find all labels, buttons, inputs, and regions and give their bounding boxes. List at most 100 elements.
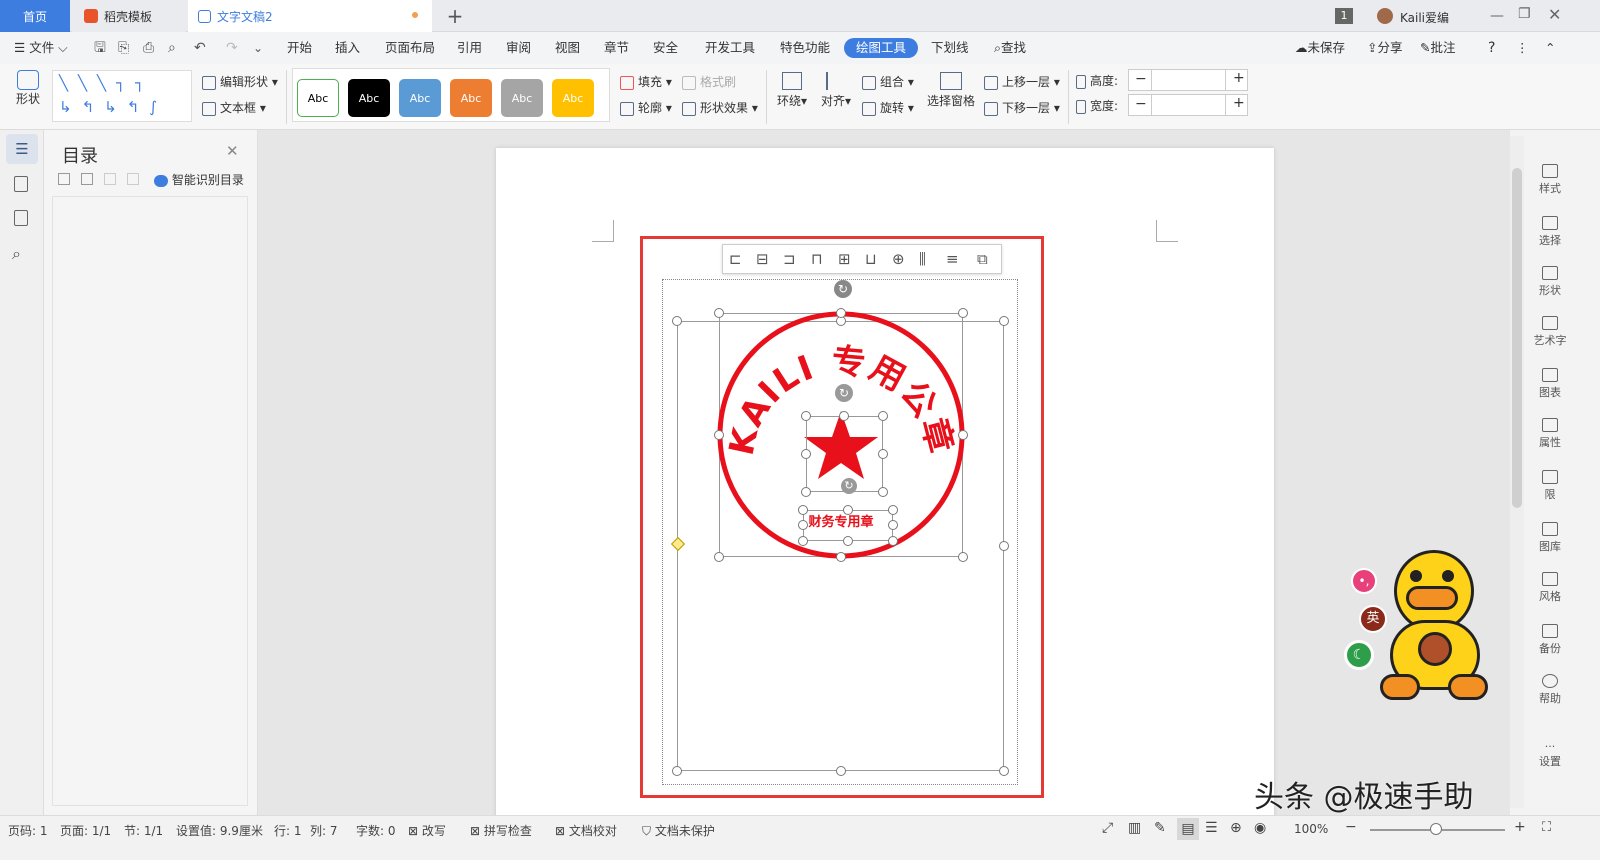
shape-button[interactable]: 形状: [10, 70, 46, 107]
panel-shape[interactable]: 形状: [1530, 266, 1570, 298]
panel-help[interactable]: 帮助: [1530, 674, 1570, 706]
height-decrease[interactable]: −: [1135, 71, 1147, 87]
search-button[interactable]: ⌕查找: [994, 32, 1026, 64]
bookmark-icon[interactable]: [14, 210, 28, 226]
smart-toc-button[interactable]: 智能识别目录: [154, 171, 244, 188]
collapse-icon[interactable]: [81, 173, 93, 185]
resize-handle[interactable]: [801, 411, 811, 421]
status-word-count[interactable]: 字数: 0: [356, 822, 396, 839]
distribute-horizontal-icon[interactable]: ⫼: [919, 250, 926, 268]
textbox-button[interactable]: 文本框 ▾: [202, 99, 266, 116]
export-icon[interactable]: ⎘: [118, 32, 129, 64]
status-column[interactable]: 列: 7: [310, 822, 338, 839]
menu-features[interactable]: 特色功能: [780, 32, 830, 64]
rotate-handle-icon[interactable]: ↻: [841, 478, 857, 494]
menu-insert[interactable]: 插入: [335, 32, 360, 64]
zoom-in-icon[interactable]: +: [1514, 819, 1526, 835]
fullscreen-icon[interactable]: ⤢: [1102, 820, 1113, 836]
status-pages[interactable]: 页面: 1/1: [60, 822, 111, 839]
emoji-bubble-icon[interactable]: •,: [1351, 568, 1377, 594]
tab-home[interactable]: 首页: [0, 0, 70, 32]
resize-handle[interactable]: [672, 766, 682, 776]
file-menu[interactable]: ☰ 文件 ⌵: [14, 32, 68, 64]
resize-handle[interactable]: [999, 766, 1009, 776]
edit-mode-icon[interactable]: ✎: [1154, 820, 1166, 836]
zoom-slider-thumb[interactable]: [1430, 823, 1442, 835]
outline-view-icon[interactable]: ☰: [1205, 820, 1218, 836]
status-section[interactable]: 节: 1/1: [124, 822, 163, 839]
status-row[interactable]: 行: 1: [274, 822, 302, 839]
menu-start[interactable]: 开始: [287, 32, 312, 64]
send-backward-button[interactable]: 下移一层 ▾: [984, 99, 1060, 116]
status-page-number[interactable]: 页码: 1: [8, 822, 48, 839]
rotate-button[interactable]: 旋转 ▾: [862, 99, 914, 116]
resize-handle[interactable]: [836, 766, 846, 776]
outline-button[interactable]: 轮廓 ▾: [620, 99, 672, 116]
user-name[interactable]: Kaili爱编: [1400, 9, 1449, 26]
resize-handle[interactable]: [798, 536, 808, 546]
menu-page-layout[interactable]: 页面布局: [385, 32, 435, 64]
resize-handle[interactable]: [999, 541, 1009, 551]
more-quick-icon[interactable]: ⌄: [253, 32, 263, 64]
style-swatch-orange[interactable]: Abc: [450, 79, 492, 117]
zoom-level[interactable]: 100%: [1294, 822, 1328, 836]
resize-handle[interactable]: [801, 449, 811, 459]
eye-protect-icon[interactable]: ◉: [1254, 820, 1266, 836]
distribute-vertical-icon[interactable]: ≡: [946, 250, 959, 268]
undo-icon[interactable]: ↶: [194, 32, 206, 64]
height-stepper[interactable]: − +: [1128, 69, 1248, 91]
tab-template[interactable]: 稻壳模板: [72, 0, 186, 32]
menu-drawing-tools[interactable]: 绘图工具: [844, 38, 919, 58]
resize-handle[interactable]: [839, 411, 849, 421]
print-icon[interactable]: ⎙: [143, 32, 154, 64]
panel-properties[interactable]: 属性: [1530, 418, 1570, 450]
scroll-thumb[interactable]: [1512, 168, 1522, 508]
resize-handle[interactable]: [999, 316, 1009, 326]
resize-handle[interactable]: [878, 487, 888, 497]
resize-handle[interactable]: [714, 430, 724, 440]
find-icon[interactable]: ⌕: [12, 244, 21, 264]
resize-handle[interactable]: [888, 536, 898, 546]
format-brush-button[interactable]: 格式刷: [682, 73, 736, 90]
select-pane-button[interactable]: 选择窗格: [926, 72, 976, 109]
style-swatch-black[interactable]: Abc: [348, 79, 390, 117]
resize-handle[interactable]: [958, 552, 968, 562]
window-count-badge[interactable]: 1: [1335, 8, 1353, 24]
page-view-icon[interactable]: ▤: [1177, 818, 1199, 840]
restore-icon[interactable]: ❐: [1518, 6, 1531, 22]
duck-mascot[interactable]: [1380, 550, 1490, 710]
rotate-handle-icon[interactable]: ↻: [834, 280, 852, 298]
toc-close-icon[interactable]: ✕: [226, 142, 239, 160]
resize-handle[interactable]: [888, 505, 898, 515]
style-swatch-gray[interactable]: Abc: [501, 79, 543, 117]
align-center-icon[interactable]: ⊟: [756, 250, 769, 268]
zoom-out-icon[interactable]: −: [1345, 819, 1357, 835]
collapse-ribbon-icon[interactable]: ⌃: [1545, 32, 1555, 64]
panel-theme[interactable]: 风格: [1530, 572, 1570, 604]
resize-handle[interactable]: [801, 487, 811, 497]
toc-icon[interactable]: ☰: [6, 134, 38, 164]
status-protect[interactable]: ⛉ 文档未保护: [642, 822, 715, 839]
pages-icon[interactable]: [14, 176, 28, 192]
resize-handle[interactable]: [878, 449, 888, 459]
panel-select[interactable]: 选择: [1530, 216, 1570, 248]
panel-gallery[interactable]: 图库: [1530, 522, 1570, 554]
fit-page-icon[interactable]: ⛶: [1542, 820, 1551, 835]
resize-handle[interactable]: [836, 552, 846, 562]
panel-wordart[interactable]: 艺术字: [1530, 316, 1570, 348]
print-preview-icon[interactable]: ⌕: [168, 32, 176, 64]
share-button[interactable]: ⇪分享: [1367, 32, 1403, 64]
align-bottom-icon[interactable]: ⊔: [865, 250, 877, 268]
expand-icon[interactable]: [58, 173, 70, 185]
bring-forward-button[interactable]: 上移一层 ▾: [984, 73, 1060, 90]
status-spell[interactable]: ⊠ 拼写检查: [470, 822, 532, 839]
fill-button[interactable]: 填充 ▾: [620, 73, 672, 90]
resize-handle[interactable]: [958, 430, 968, 440]
unsaved-button[interactable]: ☁未保存: [1295, 32, 1345, 64]
group-objects-icon[interactable]: ⧉: [977, 250, 988, 268]
new-tab-button[interactable]: +: [444, 0, 466, 32]
width-stepper[interactable]: − +: [1128, 94, 1248, 116]
align-right-icon[interactable]: ⊐: [783, 250, 796, 268]
style-swatch-gold[interactable]: Abc: [552, 79, 594, 117]
web-view-icon[interactable]: ⊕: [1230, 820, 1242, 836]
